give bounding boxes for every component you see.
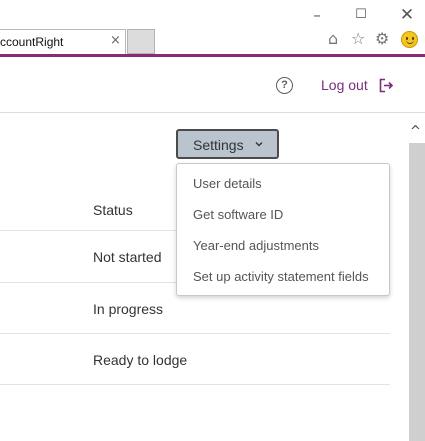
row-divider [0, 384, 390, 385]
browser-tab[interactable]: ccountRight × [0, 29, 126, 54]
minimize-button[interactable]: – [307, 5, 327, 25]
smiley-icon[interactable] [401, 31, 418, 48]
status-column-header: Status [93, 202, 133, 218]
status-row-ready-to-lodge[interactable]: Ready to lodge [93, 352, 187, 368]
browser-toolbar-icons: ⌂ ☆ ⚙ [326, 30, 422, 50]
status-row-in-progress[interactable]: In progress [93, 301, 163, 317]
status-row-not-started[interactable]: Not started [93, 249, 161, 265]
menu-item-year-end-adjustments[interactable]: Year-end adjustments [193, 238, 319, 253]
header-divider [0, 112, 425, 113]
help-icon[interactable]: ? [276, 77, 293, 94]
settings-menu: User details Get software ID Year-end ad… [176, 163, 390, 296]
window-controls: – ☐ ✕ [285, 0, 425, 30]
star-icon[interactable]: ☆ [351, 30, 365, 48]
row-divider [0, 333, 390, 334]
chevron-down-icon [255, 142, 263, 147]
home-icon[interactable]: ⌂ [328, 30, 338, 48]
settings-label: Settings [193, 137, 244, 153]
menu-item-activity-statement-fields[interactable]: Set up activity statement fields [193, 269, 369, 284]
maximize-button[interactable]: ☐ [351, 5, 371, 25]
logout-icon[interactable] [379, 78, 394, 93]
settings-button[interactable]: Settings [176, 129, 279, 159]
gear-icon[interactable]: ⚙ [375, 30, 389, 48]
logout-link[interactable]: Log out [321, 77, 368, 93]
accent-bar [0, 54, 425, 57]
menu-item-user-details[interactable]: User details [193, 176, 262, 191]
scrollbar-track[interactable] [409, 143, 425, 441]
close-window-button[interactable]: ✕ [397, 5, 417, 25]
new-tab-button[interactable] [127, 29, 155, 54]
tab-title: ccountRight [0, 35, 64, 49]
tab-close-button[interactable]: × [110, 33, 121, 48]
scroll-up-arrow[interactable]: ^ [410, 124, 421, 139]
menu-item-get-software-id[interactable]: Get software ID [193, 207, 283, 222]
